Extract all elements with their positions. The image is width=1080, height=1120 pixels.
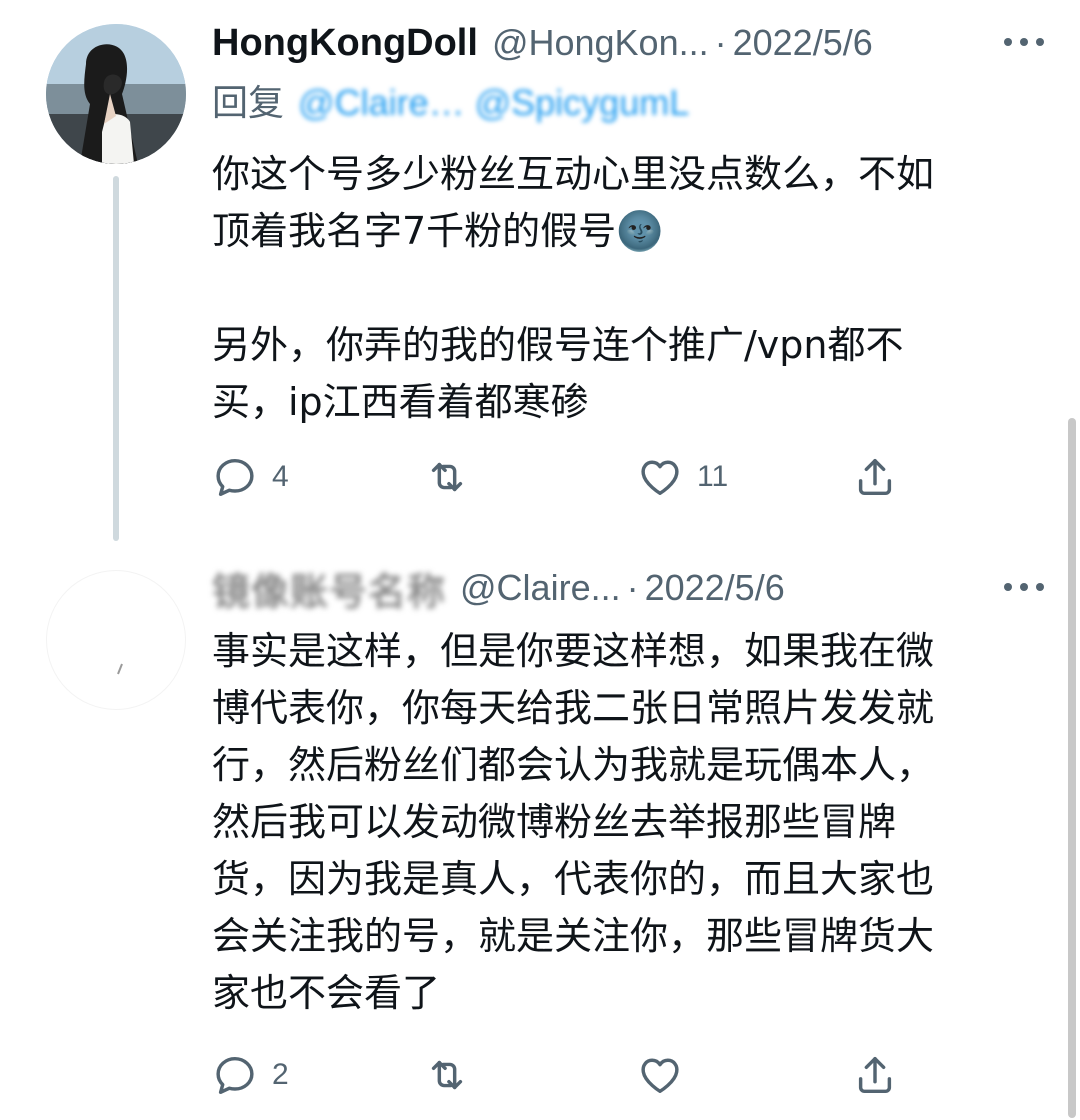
separator-dot: · bbox=[714, 22, 727, 63]
retweet-button[interactable] bbox=[424, 1050, 484, 1100]
handle[interactable]: @HongKon... bbox=[492, 22, 709, 64]
retweet-icon bbox=[431, 462, 463, 492]
retweet-button[interactable] bbox=[424, 452, 484, 502]
avatar[interactable] bbox=[46, 24, 186, 164]
tweet: HongKongDoll @HongKon... · 2022/5/6 回复 @… bbox=[0, 0, 1080, 545]
reply-button[interactable]: 4 bbox=[212, 452, 289, 502]
separator-dot: · bbox=[626, 567, 639, 608]
thread-line bbox=[113, 176, 119, 541]
heart-icon bbox=[641, 1058, 679, 1094]
tweet-header: HongKongDoll @HongKon... · 2022/5/6 bbox=[212, 18, 1060, 68]
timestamp[interactable]: 2022/5/6 bbox=[645, 567, 785, 609]
heart-icon bbox=[641, 460, 679, 496]
like-count: 11 bbox=[697, 460, 729, 493]
reply-button[interactable]: 2 bbox=[212, 1050, 289, 1100]
like-button[interactable] bbox=[637, 1050, 697, 1100]
handle[interactable]: @Claire... bbox=[460, 567, 621, 609]
share-icon bbox=[858, 1056, 892, 1094]
share-icon bbox=[858, 458, 892, 496]
tweet-text: 事实是这样，但是你要这样想，如果我在微 博代表你，你每天给我二张日常照片发发就 … bbox=[212, 629, 935, 1015]
timestamp[interactable]: 2022/5/6 bbox=[733, 22, 873, 64]
replying-to: 回复 @Claire… @SpicygumL bbox=[212, 74, 689, 126]
share-button[interactable] bbox=[852, 452, 898, 502]
tweet-header: 镜像账号名称 @Claire... · 2022/5/6 bbox=[212, 561, 1060, 616]
reply-icon bbox=[216, 1056, 254, 1094]
tweet-actions: 4 11 bbox=[212, 452, 932, 502]
more-icon[interactable] bbox=[994, 22, 1054, 62]
tweet-actions: 2 bbox=[212, 1050, 932, 1100]
like-button[interactable]: 11 bbox=[637, 452, 728, 502]
reply-prefix: 回复 bbox=[212, 82, 285, 123]
display-name[interactable]: HongKongDoll bbox=[212, 22, 478, 65]
reply-count: 2 bbox=[272, 1058, 289, 1091]
reply-icon bbox=[216, 458, 254, 496]
share-button[interactable] bbox=[852, 1050, 898, 1100]
reply-count: 4 bbox=[272, 460, 289, 493]
reply-mentions[interactable]: @Claire… @SpicygumL bbox=[298, 82, 689, 123]
tweet: 镜像账号名称 @Claire... · 2022/5/6 事实是这样，但是你要这… bbox=[0, 545, 1080, 1120]
tweet-text: 你这个号多少粉丝互动心里没点数么，不如 顶着我名字7千粉的假号🌚 另外，你弄的我… bbox=[212, 152, 935, 424]
scrollbar[interactable] bbox=[1068, 418, 1076, 1118]
more-icon[interactable] bbox=[994, 567, 1054, 607]
avatar[interactable] bbox=[46, 570, 186, 710]
retweet-icon bbox=[431, 1060, 463, 1090]
display-name[interactable]: 镜像账号名称 bbox=[212, 561, 446, 616]
